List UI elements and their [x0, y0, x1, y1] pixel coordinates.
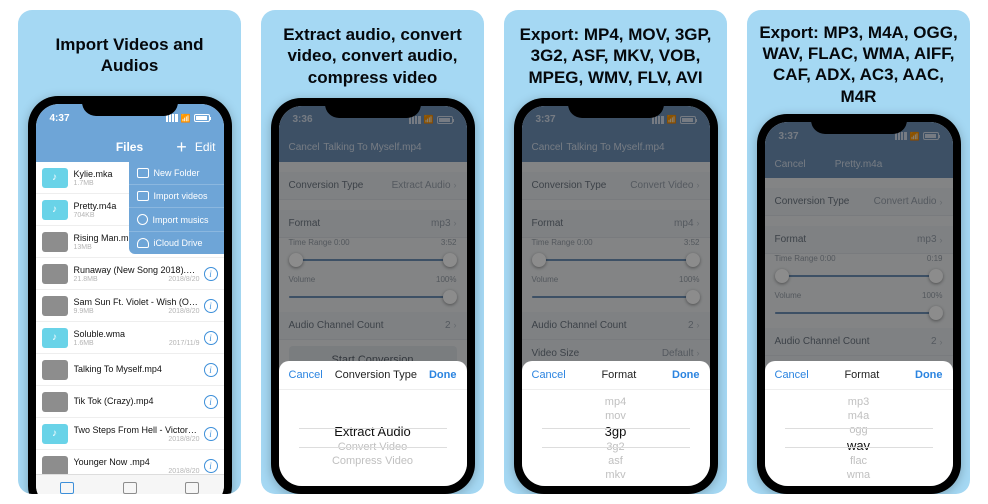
- file-row[interactable]: Tik Tok (Crazy).mp4 i: [36, 386, 224, 418]
- status-icons: 📶: [166, 114, 210, 123]
- audio-thumb-icon: ♪: [42, 328, 68, 348]
- add-button[interactable]: +: [176, 138, 187, 156]
- info-icon[interactable]: i: [204, 427, 218, 441]
- audio-thumb-icon: ♪: [42, 168, 68, 188]
- picker-wheel[interactable]: mp3 m4a ogg wav flac wma: [765, 390, 953, 486]
- video-thumb-icon: [42, 392, 68, 412]
- phone-2: 3:36 📶 Cancel Talking To Myself.mp4 Conv…: [271, 98, 475, 494]
- menu-import-videos[interactable]: Import videos: [129, 185, 224, 208]
- picker-sheet: Cancel Format Done mp3 m4a ogg wav flac …: [765, 361, 953, 486]
- screen-files: 4:37 📶 Files + Edit: [36, 104, 224, 494]
- picker-sheet: Cancel Format Done mp4 mov 3gp 3g2 asf m…: [522, 361, 710, 486]
- file-meta: 9.9MB2018/8/20: [74, 308, 200, 315]
- sheet-cancel[interactable]: Cancel: [289, 369, 323, 381]
- sheet-done[interactable]: Done: [672, 369, 700, 381]
- info-icon[interactable]: i: [204, 459, 218, 473]
- menu-icloud[interactable]: iCloud Drive: [129, 232, 224, 254]
- panel-4: Export: MP3, M4A, OGG, WAV, FLAC, WMA, A…: [747, 10, 970, 494]
- status-time: 4:37: [50, 113, 70, 124]
- files-icon: [60, 482, 74, 494]
- add-menu: New Folder Import videos Import musics i…: [129, 162, 224, 254]
- info-icon[interactable]: i: [204, 395, 218, 409]
- caption-4: Export: MP3, M4A, OGG, WAV, FLAC, WMA, A…: [747, 10, 970, 114]
- info-icon[interactable]: i: [204, 299, 218, 313]
- wifi-icon: 📶: [181, 114, 191, 123]
- screenshot-gallery: Import Videos and Audios 4:37 📶 Files +: [0, 0, 988, 504]
- file-name: Two Steps From Hell - Victory.mp3: [74, 425, 200, 435]
- file-meta: 1.6MB2017/11/9: [74, 340, 200, 347]
- info-icon[interactable]: i: [204, 331, 218, 345]
- caption-2: Extract audio, convert video, convert au…: [261, 10, 484, 98]
- file-meta: 21.8MB2018/8/20: [74, 276, 200, 283]
- notch: [82, 96, 178, 116]
- tab-settings[interactable]: Settings: [161, 475, 224, 494]
- tab-bar: Files Transfer Settings: [36, 474, 224, 494]
- picker-sheet: Cancel Conversion Type Done Extract Audi…: [279, 361, 467, 486]
- transfer-icon: [123, 482, 137, 494]
- info-icon[interactable]: i: [204, 363, 218, 377]
- notch: [568, 98, 664, 118]
- music-icon: [137, 214, 148, 225]
- menu-import-musics[interactable]: Import musics: [129, 208, 224, 232]
- video-thumb-icon: [42, 456, 68, 475]
- sheet-done[interactable]: Done: [429, 369, 457, 381]
- phone-4: 3:37 📶 Cancel Pretty.m4a Conversion Type…: [757, 114, 961, 494]
- phone-3: 3:37 📶 Cancel Talking To Myself.mp4 Conv…: [514, 98, 718, 494]
- menu-new-folder[interactable]: New Folder: [129, 162, 224, 185]
- file-name: Talking To Myself.mp4: [74, 364, 200, 374]
- screen-extract: 3:36 📶 Cancel Talking To Myself.mp4 Conv…: [279, 106, 467, 486]
- file-name: Tik Tok (Crazy).mp4: [74, 396, 200, 406]
- video-icon: [137, 191, 149, 201]
- file-name: Younger Now .mp4: [74, 457, 200, 467]
- sheet-title: Format: [844, 369, 879, 381]
- file-row[interactable]: Sam Sun Ft. Violet - Wish (Oh No).mp49.9…: [36, 290, 224, 322]
- video-thumb-icon: [42, 264, 68, 284]
- panel-3: Export: MP4, MOV, 3GP, 3G2, ASF, MKV, VO…: [504, 10, 727, 494]
- notch: [325, 98, 421, 118]
- navbar-files: Files + Edit: [36, 132, 224, 162]
- sheet-done[interactable]: Done: [915, 369, 943, 381]
- video-thumb-icon: [42, 360, 68, 380]
- sheet-cancel[interactable]: Cancel: [775, 369, 809, 381]
- audio-thumb-icon: ♪: [42, 424, 68, 444]
- gear-icon: [185, 482, 199, 494]
- tab-transfer[interactable]: Transfer: [98, 475, 161, 494]
- panel-2: Extract audio, convert video, convert au…: [261, 10, 484, 494]
- file-name: Sam Sun Ft. Violet - Wish (Oh No).mp4: [74, 297, 200, 307]
- picker-wheel[interactable]: Extract Audio Convert Video Compress Vid…: [279, 390, 467, 486]
- edit-button[interactable]: Edit: [195, 140, 216, 154]
- file-row[interactable]: ♪ Soluble.wma1.6MB2017/11/9 i: [36, 322, 224, 354]
- folder-icon: [137, 168, 149, 178]
- video-thumb-icon: [42, 296, 68, 316]
- video-thumb-icon: [42, 232, 68, 252]
- file-row[interactable]: Talking To Myself.mp4 i: [36, 354, 224, 386]
- caption-3: Export: MP4, MOV, 3GP, 3G2, ASF, MKV, VO…: [504, 10, 727, 98]
- tab-files[interactable]: Files: [36, 475, 99, 494]
- panel-1: Import Videos and Audios 4:37 📶 Files +: [18, 10, 241, 494]
- cloud-icon: [137, 238, 149, 248]
- phone-1: 4:37 📶 Files + Edit: [28, 96, 232, 494]
- sheet-title: Conversion Type: [335, 369, 417, 381]
- file-name: Soluble.wma: [74, 329, 200, 339]
- file-meta: 2018/8/20: [74, 436, 200, 443]
- info-icon[interactable]: i: [204, 267, 218, 281]
- notch: [811, 114, 907, 134]
- sheet-title: Format: [601, 369, 636, 381]
- sheet-cancel[interactable]: Cancel: [532, 369, 566, 381]
- screen-convert-audio: 3:37 📶 Cancel Pretty.m4a Conversion Type…: [765, 122, 953, 486]
- file-name: Runaway (New Song 2018).mp4: [74, 265, 200, 275]
- caption-1: Import Videos and Audios: [18, 10, 241, 96]
- battery-icon: [194, 114, 210, 122]
- audio-thumb-icon: ♪: [42, 200, 68, 220]
- file-list[interactable]: New Folder Import videos Import musics i…: [36, 162, 224, 474]
- file-row[interactable]: ♪ Two Steps From Hell - Victory.mp32018/8…: [36, 418, 224, 450]
- file-row[interactable]: Runaway (New Song 2018).mp421.8MB2018/8/…: [36, 258, 224, 290]
- picker-wheel[interactable]: mp4 mov 3gp 3g2 asf mkv: [522, 390, 710, 486]
- screen-convert-video: 3:37 📶 Cancel Talking To Myself.mp4 Conv…: [522, 106, 710, 486]
- file-row[interactable]: Younger Now .mp42018/8/20i: [36, 450, 224, 474]
